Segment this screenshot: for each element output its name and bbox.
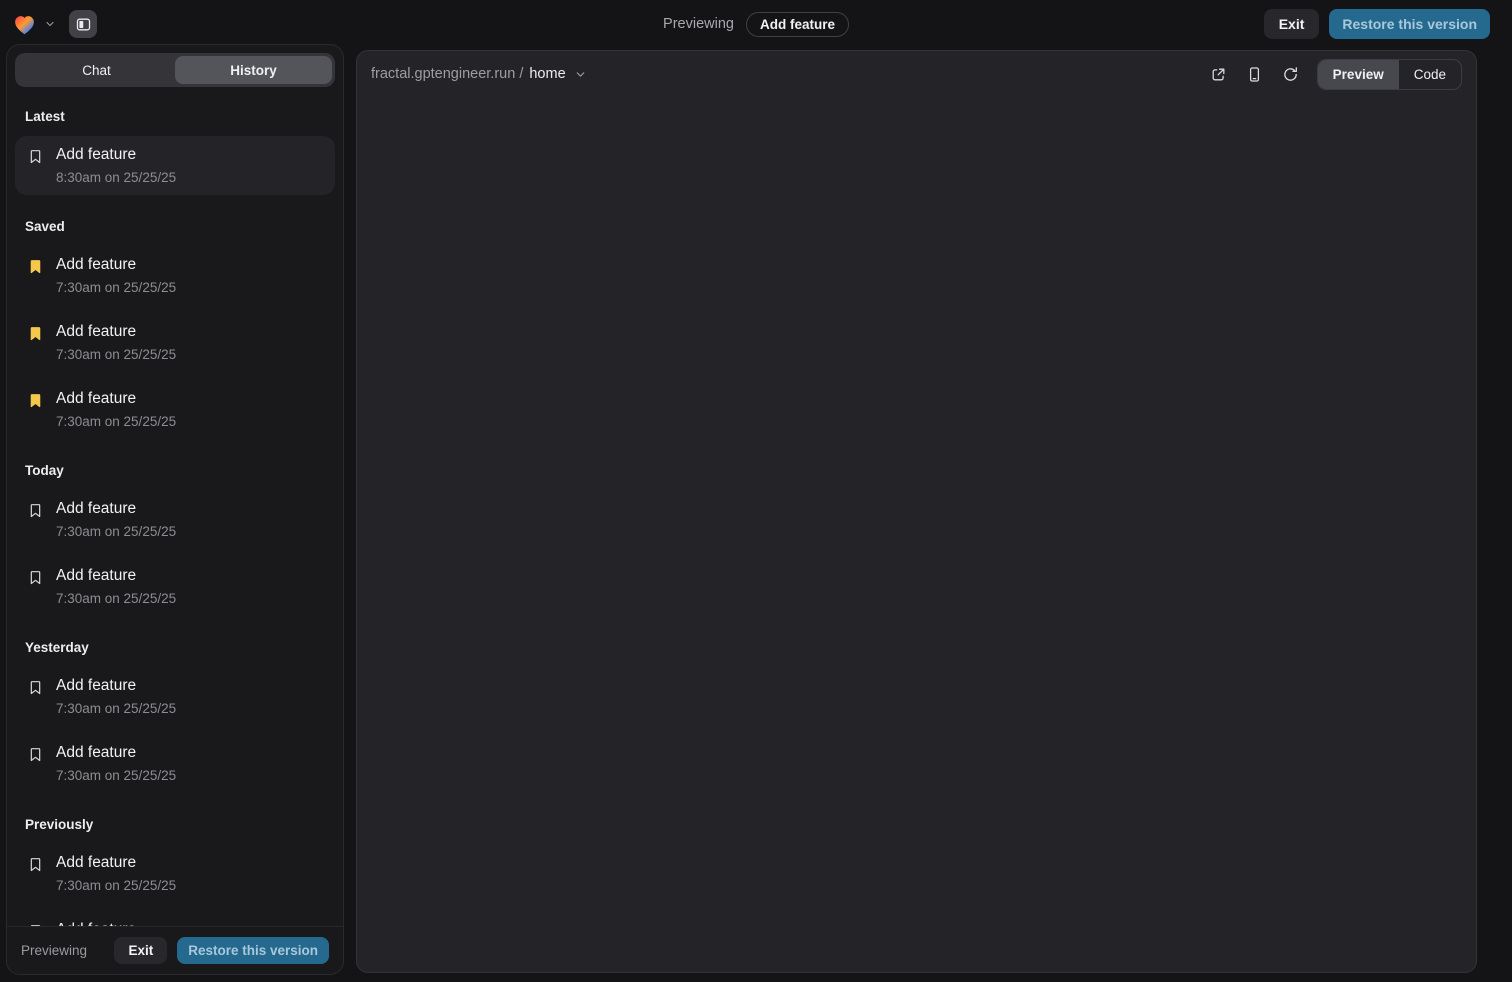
version-timestamp: 7:30am on 25/25/25 <box>56 591 176 606</box>
version-title: Add feature <box>56 256 176 274</box>
tab-chat[interactable]: Chat <box>18 56 175 84</box>
version-item[interactable]: Add feature 7:30am on 25/25/25 <box>15 734 335 793</box>
section-title: Today <box>25 463 325 478</box>
open-in-new-tab-icon[interactable] <box>1210 66 1227 83</box>
version-timestamp: 7:30am on 25/25/25 <box>56 414 176 429</box>
bookmark-icon[interactable] <box>27 569 44 586</box>
version-timestamp: 7:30am on 25/25/25 <box>56 878 176 893</box>
bookmark-filled-icon[interactable] <box>27 325 44 342</box>
lovable-heart-logo[interactable] <box>12 12 37 37</box>
version-title: Add feature <box>56 567 176 585</box>
url-prefix: fractal.gptengineer.run / <box>371 66 523 82</box>
preview-panel: fractal.gptengineer.run / home Preview C… <box>356 50 1477 973</box>
exit-button[interactable]: Exit <box>1264 9 1320 39</box>
sidebar-footer: Previewing Exit Restore this version <box>7 926 343 974</box>
tab-history[interactable]: History <box>175 56 332 84</box>
bookmark-icon[interactable] <box>27 148 44 165</box>
version-timestamp: 7:30am on 25/25/25 <box>56 524 176 539</box>
section-title: Saved <box>25 219 325 234</box>
toggle-code[interactable]: Code <box>1399 60 1461 89</box>
bookmark-icon[interactable] <box>27 679 44 696</box>
bookmark-icon[interactable] <box>27 746 44 763</box>
version-item[interactable]: Add feature 7:30am on 25/25/25 <box>15 380 335 439</box>
panel-left-icon <box>75 16 92 33</box>
version-title: Add feature <box>56 854 176 872</box>
version-title: Add feature <box>56 390 176 408</box>
previewing-status-label: Previewing <box>21 943 104 958</box>
version-title: Add feature <box>56 500 176 518</box>
section-title: Yesterday <box>25 640 325 655</box>
toggle-preview[interactable]: Preview <box>1318 60 1399 89</box>
bookmark-filled-icon[interactable] <box>27 258 44 275</box>
version-title: Add feature <box>56 146 176 164</box>
version-timestamp: 7:30am on 25/25/25 <box>56 280 176 295</box>
version-title: Add feature <box>56 744 176 762</box>
preview-header: fractal.gptengineer.run / home Preview C… <box>357 51 1476 97</box>
version-item[interactable]: Add feature 7:30am on 25/25/25 <box>15 246 335 305</box>
version-timestamp: 7:30am on 25/25/25 <box>56 701 176 716</box>
version-title: Add feature <box>56 323 176 341</box>
section-previously: Previously Add feature 7:30am on 25/25/2… <box>15 817 335 926</box>
version-item[interactable]: Add feature 7:30am on 25/25/25 <box>15 844 335 903</box>
version-badge[interactable]: Add feature <box>746 12 849 37</box>
bookmark-icon[interactable] <box>27 502 44 519</box>
version-item[interactable]: Add feature 8:30am on 25/25/25 <box>15 136 335 195</box>
version-item[interactable]: Add feature 7:30am on 25/25/25 <box>15 911 335 926</box>
preview-viewport[interactable] <box>357 97 1476 972</box>
bookmark-icon[interactable] <box>27 856 44 873</box>
section-title: Latest <box>25 109 325 124</box>
version-timestamp: 8:30am on 25/25/25 <box>56 170 176 185</box>
section-today: Today Add feature 7:30am on 25/25/25 Add… <box>15 463 335 616</box>
restore-version-button[interactable]: Restore this version <box>177 937 329 964</box>
version-item[interactable]: Add feature 7:30am on 25/25/25 <box>15 313 335 372</box>
refresh-icon[interactable] <box>1282 66 1299 83</box>
page-url-selector[interactable]: fractal.gptengineer.run / home <box>371 66 587 82</box>
version-item[interactable]: Add feature 7:30am on 25/25/25 <box>15 557 335 616</box>
restore-version-button[interactable]: Restore this version <box>1329 9 1490 39</box>
section-title: Previously <box>25 817 325 832</box>
bookmark-filled-icon[interactable] <box>27 392 44 409</box>
mobile-preview-icon[interactable] <box>1246 66 1263 83</box>
section-yesterday: Yesterday Add feature 7:30am on 25/25/25… <box>15 640 335 793</box>
chat-history-tabs: Chat History <box>15 53 335 87</box>
section-latest: Latest Add feature 8:30am on 25/25/25 <box>15 109 335 195</box>
chevron-down-icon <box>574 68 587 81</box>
version-history-list: Latest Add feature 8:30am on 25/25/25 Sa… <box>7 95 343 926</box>
version-timestamp: 7:30am on 25/25/25 <box>56 768 176 783</box>
exit-button[interactable]: Exit <box>114 937 167 964</box>
version-timestamp: 7:30am on 25/25/25 <box>56 347 176 362</box>
version-title: Add feature <box>56 677 176 695</box>
url-current-page: home <box>529 66 565 82</box>
top-bar: Previewing Add feature Exit Restore this… <box>0 0 1512 48</box>
sidebar-toggle-button[interactable] <box>69 10 97 38</box>
logo-chevron-down-icon[interactable] <box>44 18 56 30</box>
previewing-status-label: Previewing <box>663 16 734 32</box>
history-sidebar: Chat History Latest Add feature 8:30am o… <box>6 44 344 975</box>
version-item[interactable]: Add feature 7:30am on 25/25/25 <box>15 667 335 726</box>
preview-code-toggle: Preview Code <box>1317 59 1462 90</box>
section-saved: Saved Add feature 7:30am on 25/25/25 Add… <box>15 219 335 439</box>
version-item[interactable]: Add feature 7:30am on 25/25/25 <box>15 490 335 549</box>
